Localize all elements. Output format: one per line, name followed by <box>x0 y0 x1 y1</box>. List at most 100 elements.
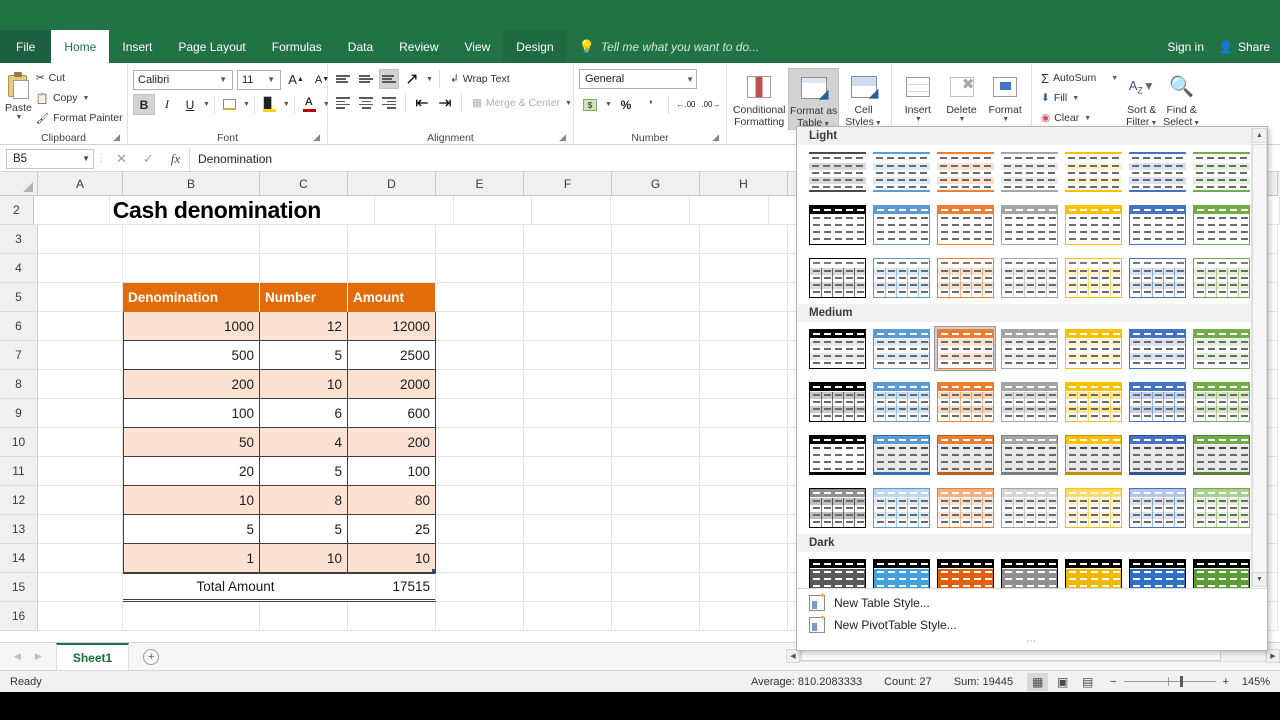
fill-color-button[interactable]: ▉ <box>259 94 281 115</box>
grid-cell[interactable] <box>348 602 436 631</box>
table-style-option[interactable] <box>1126 255 1188 300</box>
grid-cell[interactable] <box>436 428 524 457</box>
grid-cell[interactable] <box>436 370 524 399</box>
row-header-15[interactable]: 15 <box>0 573 38 602</box>
table-style-option[interactable] <box>1062 432 1124 477</box>
hscroll-thumb[interactable] <box>801 650 1221 661</box>
align-middle-button[interactable] <box>356 69 376 89</box>
grid-cell[interactable] <box>612 283 700 312</box>
grid-cell[interactable] <box>700 428 788 457</box>
table-style-option[interactable] <box>1190 556 1252 588</box>
table-style-option[interactable] <box>870 432 932 477</box>
row-header-8[interactable]: 8 <box>0 370 38 399</box>
chevron-down-icon[interactable]: ▼ <box>202 101 210 108</box>
table-style-option[interactable] <box>806 432 868 477</box>
new-pivottable-style-item[interactable]: New PivotTable Style... <box>797 613 1267 636</box>
grid-cell[interactable] <box>38 602 123 631</box>
font-color-button[interactable]: A <box>299 94 321 115</box>
comma-style-button[interactable]: ' <box>640 94 662 115</box>
chevron-down-icon[interactable]: ▼ <box>216 75 230 84</box>
grid-cell[interactable] <box>700 254 788 283</box>
table-data-cell[interactable]: 12000 <box>348 312 436 341</box>
row-header-9[interactable]: 9 <box>0 399 38 428</box>
grid-cell[interactable] <box>612 341 700 370</box>
table-data-cell[interactable]: 100 <box>123 399 260 428</box>
font-size-combo[interactable]: 11 ▼ <box>237 69 281 90</box>
row-header-3[interactable]: 3 <box>0 225 38 254</box>
font-name-combo[interactable]: Calibri ▼ <box>133 69 233 90</box>
dialog-launcher-icon[interactable]: ◢ <box>559 132 566 143</box>
conditional-formatting-button[interactable]: Conditional Formatting <box>732 68 786 128</box>
sort-filter-button[interactable]: AZ ▼ Sort & Filter▼ <box>1122 68 1161 128</box>
column-header-g[interactable]: G <box>612 172 700 196</box>
table-style-option[interactable] <box>1126 202 1188 247</box>
chevron-down-icon[interactable]: ▼ <box>686 75 694 84</box>
grid-cell[interactable] <box>436 312 524 341</box>
table-style-option[interactable] <box>934 485 996 530</box>
table-style-option[interactable] <box>998 556 1060 588</box>
percent-style-button[interactable]: % <box>615 94 637 115</box>
table-style-option[interactable] <box>1190 432 1252 477</box>
table-style-option[interactable] <box>1062 202 1124 247</box>
page-layout-view-icon[interactable]: ▣ <box>1052 673 1073 691</box>
grid-cell[interactable] <box>38 225 123 254</box>
grid-cell[interactable] <box>700 399 788 428</box>
grid-cell[interactable] <box>123 602 260 631</box>
table-style-option[interactable] <box>1126 149 1188 194</box>
grid-cell[interactable] <box>436 602 524 631</box>
grid-cell[interactable] <box>260 254 348 283</box>
zoom-in-button[interactable]: + <box>1223 676 1229 688</box>
align-center-button[interactable] <box>356 93 376 113</box>
table-style-option[interactable] <box>1190 255 1252 300</box>
column-header-e[interactable]: E <box>436 172 524 196</box>
increase-indent-button[interactable]: ⇥ <box>435 93 455 113</box>
chevron-down-icon[interactable]: ▼ <box>958 116 966 124</box>
table-style-option[interactable] <box>1062 149 1124 194</box>
column-header-h[interactable]: H <box>700 172 788 196</box>
table-style-option[interactable] <box>806 255 868 300</box>
row-header-12[interactable]: 12 <box>0 486 38 515</box>
grid-cell[interactable] <box>436 573 524 602</box>
table-style-option[interactable] <box>806 379 868 424</box>
scroll-right-button[interactable]: ▶ <box>1266 648 1280 663</box>
grid-cell[interactable] <box>612 602 700 631</box>
grid-cell[interactable] <box>38 428 123 457</box>
bold-button[interactable]: B <box>133 94 155 115</box>
table-data-cell[interactable]: 5 <box>260 341 348 370</box>
table-data-cell[interactable]: 1000 <box>123 312 260 341</box>
grid-cell[interactable] <box>700 486 788 515</box>
row-header-6[interactable]: 6 <box>0 312 38 341</box>
autosum-button[interactable]: Σ AutoSum ▼ <box>1037 68 1122 88</box>
table-data-cell[interactable]: 8 <box>260 486 348 515</box>
table-style-option[interactable] <box>870 202 932 247</box>
table-style-option[interactable] <box>1190 379 1252 424</box>
grid-cell[interactable] <box>436 283 524 312</box>
grid-cell[interactable] <box>524 602 612 631</box>
grid-cell[interactable] <box>700 573 788 602</box>
chevron-down-icon[interactable]: ▼ <box>1110 75 1118 82</box>
grid-cell[interactable] <box>524 312 612 341</box>
grid-cell[interactable] <box>453 196 533 225</box>
table-style-option[interactable] <box>1126 432 1188 477</box>
row-header-5[interactable]: 5 <box>0 283 38 312</box>
tab-data[interactable]: Data <box>335 30 386 63</box>
table-data-cell[interactable]: 10 <box>348 544 436 573</box>
grid-cell[interactable] <box>524 370 612 399</box>
share-button[interactable]: 👤 Share <box>1218 40 1270 54</box>
grid-cell[interactable] <box>374 196 454 225</box>
total-label-cell[interactable]: Total Amount <box>123 573 348 602</box>
table-style-option[interactable] <box>806 326 868 371</box>
chevron-down-icon[interactable]: ▼ <box>1071 95 1079 102</box>
zoom-slider[interactable] <box>1123 676 1216 687</box>
table-data-cell[interactable]: 12 <box>260 312 348 341</box>
table-style-option[interactable] <box>1190 149 1252 194</box>
table-style-option[interactable] <box>1062 326 1124 371</box>
table-style-option[interactable] <box>934 255 996 300</box>
table-data-cell[interactable]: 100 <box>348 457 436 486</box>
table-style-option[interactable] <box>806 149 868 194</box>
chevron-down-icon[interactable]: ▼ <box>425 76 433 83</box>
table-style-option[interactable] <box>1062 255 1124 300</box>
column-header-d[interactable]: D <box>348 172 436 196</box>
grid-cell[interactable] <box>260 225 348 254</box>
table-data-cell[interactable]: 600 <box>348 399 436 428</box>
